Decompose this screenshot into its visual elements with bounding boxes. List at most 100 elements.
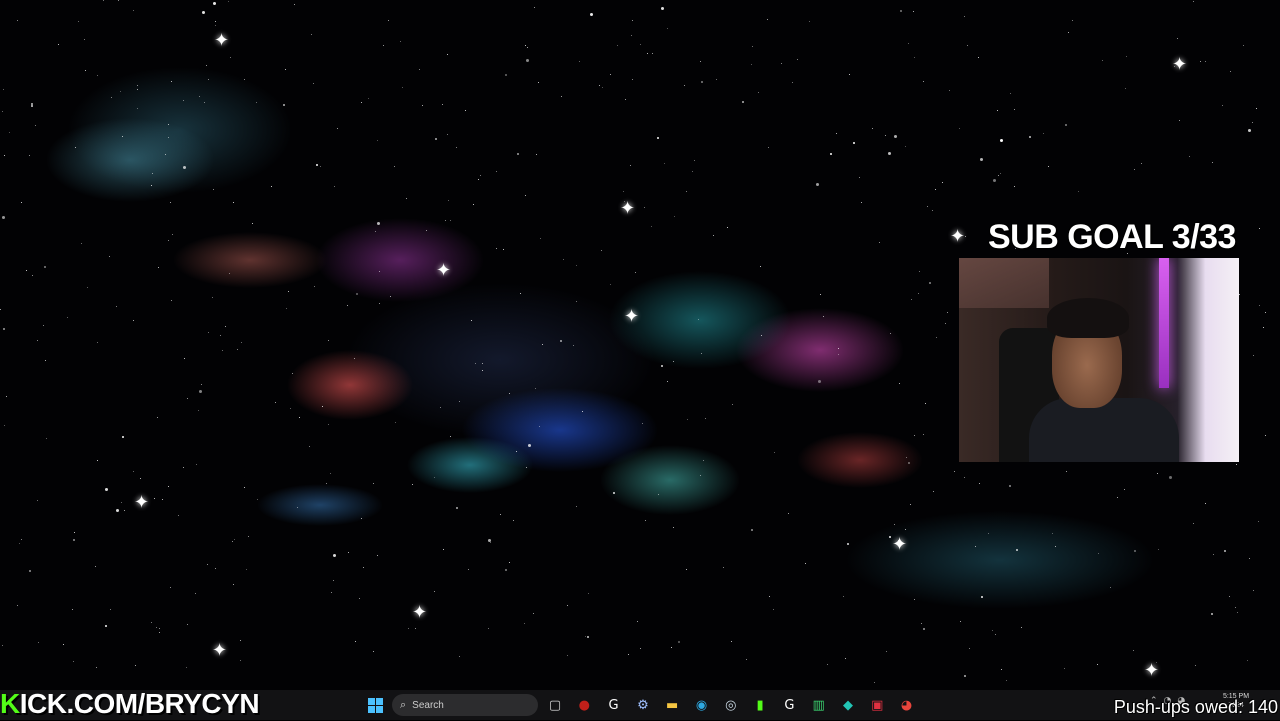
star bbox=[964, 477, 965, 478]
star bbox=[3, 328, 5, 330]
star bbox=[359, 598, 360, 599]
star bbox=[1253, 590, 1254, 591]
star bbox=[168, 137, 169, 138]
star bbox=[588, 593, 589, 594]
star bbox=[960, 621, 961, 622]
star bbox=[1158, 549, 1159, 550]
star bbox=[170, 202, 171, 203]
star bbox=[133, 320, 134, 321]
star bbox=[157, 417, 158, 418]
chrome-icon[interactable]: ◕ bbox=[896, 694, 918, 716]
start-button[interactable] bbox=[364, 694, 386, 716]
star bbox=[716, 79, 717, 80]
star bbox=[947, 312, 948, 313]
sparkle-star: ✦ bbox=[950, 226, 966, 247]
google-app-icon[interactable]: G bbox=[603, 694, 625, 716]
star bbox=[1236, 464, 1237, 465]
star bbox=[1043, 133, 1044, 134]
task-view-icon[interactable]: ▢ bbox=[544, 694, 566, 716]
star bbox=[390, 296, 391, 297]
green-bars-app-icon[interactable]: ▥ bbox=[808, 694, 830, 716]
star bbox=[84, 39, 85, 40]
star bbox=[1124, 489, 1125, 490]
star bbox=[233, 202, 234, 203]
star bbox=[348, 552, 349, 553]
star bbox=[1014, 109, 1015, 110]
star bbox=[156, 627, 157, 628]
windows-logo-icon bbox=[367, 697, 383, 713]
star bbox=[116, 509, 119, 512]
taskbar-search-box[interactable]: ⌕ Search bbox=[392, 694, 538, 716]
star bbox=[1010, 93, 1011, 94]
star bbox=[997, 110, 998, 111]
star bbox=[768, 147, 769, 148]
star bbox=[368, 98, 369, 99]
star bbox=[567, 655, 568, 656]
star bbox=[356, 293, 358, 295]
star bbox=[204, 102, 205, 103]
webcam-person-hair bbox=[1047, 298, 1129, 338]
star bbox=[314, 286, 315, 287]
star bbox=[1065, 124, 1067, 126]
star bbox=[171, 81, 172, 82]
star bbox=[447, 54, 448, 55]
star bbox=[212, 297, 213, 298]
red-app-icon[interactable]: ● bbox=[573, 694, 595, 716]
steam-icon[interactable]: ◎ bbox=[720, 694, 742, 716]
star bbox=[933, 491, 934, 492]
star bbox=[861, 202, 862, 203]
star bbox=[746, 659, 747, 660]
star bbox=[816, 183, 819, 186]
file-explorer-icon[interactable]: ▬ bbox=[661, 694, 683, 716]
star bbox=[78, 21, 79, 22]
green-lock-app-icon[interactable]: ▮ bbox=[749, 694, 771, 716]
star bbox=[215, 568, 216, 569]
star bbox=[661, 365, 663, 367]
star bbox=[1195, 665, 1196, 666]
voice-app-icon[interactable]: ▣ bbox=[866, 694, 888, 716]
star bbox=[705, 418, 706, 419]
star bbox=[38, 642, 39, 643]
star bbox=[151, 622, 152, 623]
star bbox=[758, 92, 759, 93]
star bbox=[623, 191, 624, 192]
star bbox=[490, 542, 491, 543]
star bbox=[1000, 139, 1003, 142]
star bbox=[563, 259, 564, 260]
star bbox=[419, 69, 420, 70]
star bbox=[1014, 186, 1015, 187]
star bbox=[674, 216, 675, 217]
star bbox=[17, 20, 18, 21]
star bbox=[215, 21, 216, 22]
teal-app-icon[interactable]: ◆ bbox=[837, 694, 859, 716]
star bbox=[1229, 596, 1230, 597]
star bbox=[87, 287, 88, 288]
star bbox=[1125, 88, 1126, 89]
star bbox=[905, 146, 906, 147]
star bbox=[215, 25, 216, 26]
star bbox=[109, 256, 110, 257]
star bbox=[516, 451, 517, 452]
star bbox=[121, 502, 122, 503]
star bbox=[21, 202, 22, 203]
star bbox=[309, 446, 310, 447]
star bbox=[233, 584, 234, 585]
star bbox=[183, 100, 184, 101]
g-app-icon[interactable]: G bbox=[778, 694, 800, 716]
star bbox=[154, 498, 155, 499]
star bbox=[1117, 497, 1118, 498]
edge-browser-icon[interactable]: ◉ bbox=[691, 694, 713, 716]
star bbox=[671, 647, 672, 648]
star bbox=[910, 504, 911, 505]
star bbox=[171, 300, 172, 301]
star bbox=[222, 350, 223, 351]
star bbox=[1247, 660, 1248, 661]
star bbox=[647, 53, 648, 54]
star bbox=[576, 265, 577, 266]
star bbox=[225, 326, 226, 327]
star bbox=[187, 624, 188, 625]
settings-icon[interactable]: ⚙ bbox=[632, 694, 654, 716]
search-placeholder: Search bbox=[412, 699, 444, 711]
star bbox=[168, 486, 169, 487]
star bbox=[447, 134, 448, 135]
